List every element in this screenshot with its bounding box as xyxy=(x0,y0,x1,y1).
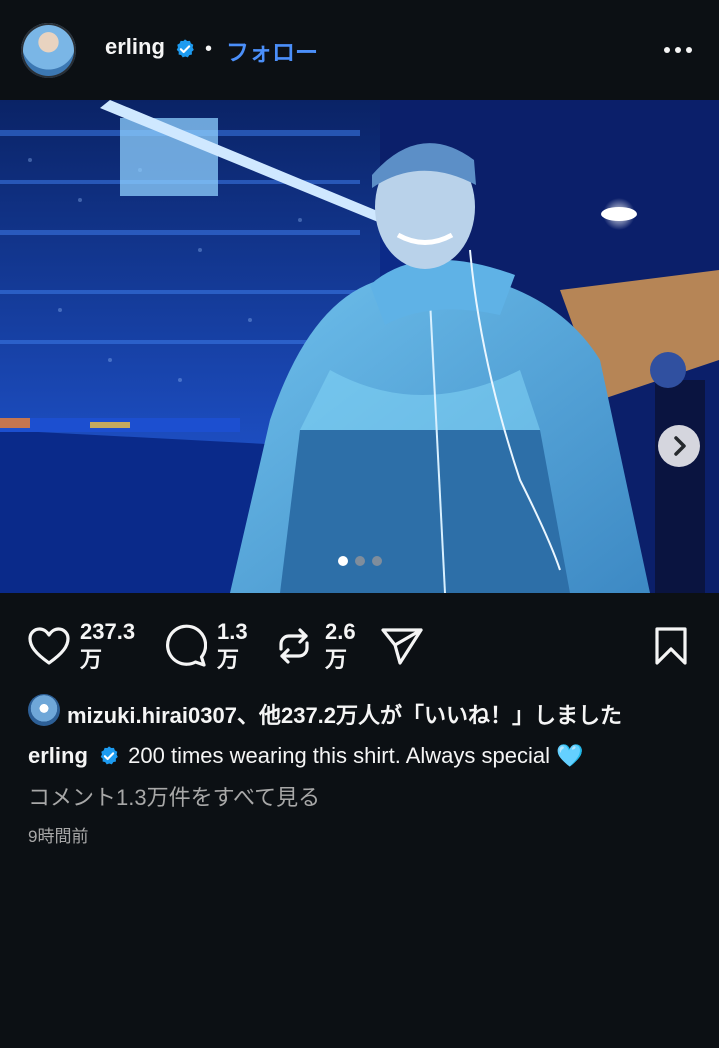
like-count-value: 237.3 xyxy=(80,619,136,644)
like-count-unit: 万 xyxy=(80,647,103,672)
carousel-indicator xyxy=(336,556,386,568)
more-horizontal-icon[interactable] xyxy=(662,38,694,62)
verified-badge-icon xyxy=(100,746,118,765)
username[interactable]: erling xyxy=(105,34,165,60)
verified-badge-icon xyxy=(176,39,194,58)
like-count: 237.3 万 xyxy=(80,618,150,674)
post-timestamp: 9時間前 xyxy=(28,827,89,846)
view-comments-link[interactable]: コメント1.3万件をすべて見る xyxy=(28,780,320,812)
carousel-next-button[interactable] xyxy=(658,425,700,467)
carousel-dot-active xyxy=(338,556,348,566)
profile-avatar[interactable] xyxy=(21,23,76,78)
photo-illustration xyxy=(0,100,719,593)
share-icon[interactable] xyxy=(380,625,424,667)
caption: erling 200 times wearing this shirt. Alw… xyxy=(28,743,584,769)
post-photo[interactable] xyxy=(0,100,719,593)
caption-text: 200 times wearing this shirt. Always spe… xyxy=(128,743,584,768)
follow-button[interactable]: フォロー xyxy=(226,33,318,67)
carousel-dot xyxy=(355,556,365,566)
repost-icon[interactable] xyxy=(273,625,315,667)
caption-username[interactable]: erling xyxy=(28,743,88,768)
bookmark-icon[interactable] xyxy=(654,626,688,666)
separator-dot: • xyxy=(205,38,213,60)
post-header: erling • フォロー xyxy=(0,0,719,100)
chevron-right-icon xyxy=(674,436,686,456)
liked-by-text[interactable]: mizuki.hirai0307、他237.2万人が「いいね！」しました xyxy=(67,698,622,730)
heart-icon[interactable] xyxy=(27,626,71,666)
liked-by-avatar[interactable] xyxy=(28,694,60,726)
comment-icon[interactable] xyxy=(163,624,207,668)
carousel-dot xyxy=(372,556,382,566)
